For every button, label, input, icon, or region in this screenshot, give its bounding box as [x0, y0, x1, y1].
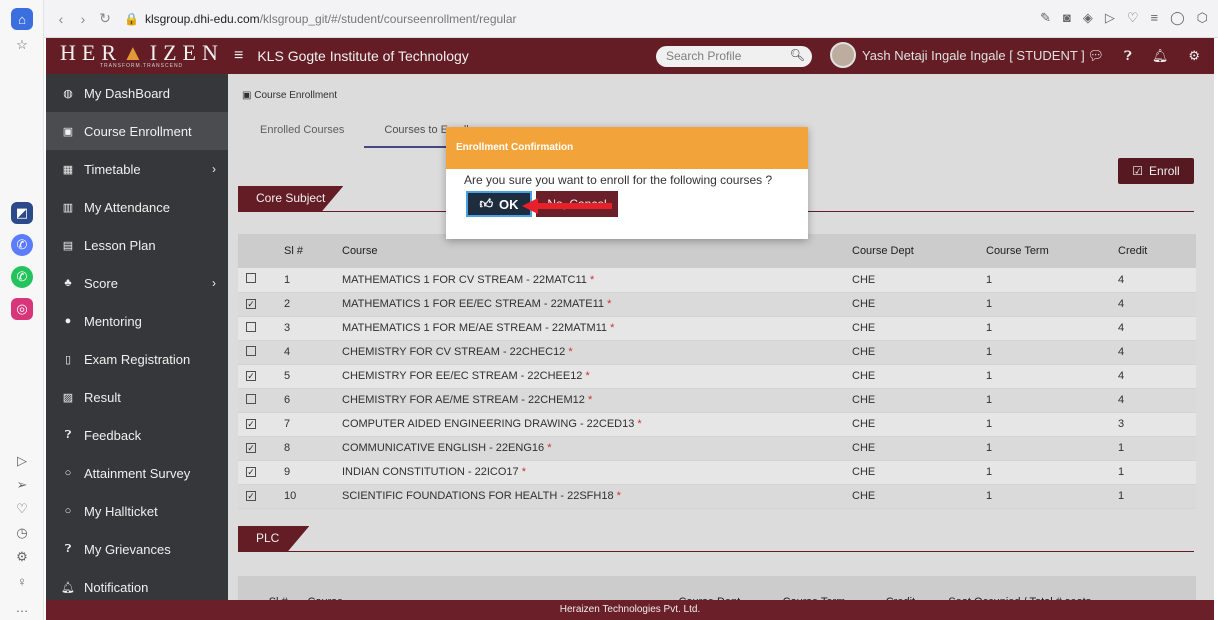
lightbulb-icon[interactable]: ♀	[11, 570, 33, 592]
play-toolbar-icon[interactable]: ▷	[1105, 10, 1115, 26]
modal-message: Are you sure you want to enroll for the …	[464, 173, 773, 187]
url-host: klsgroup.dhi-edu.com	[144, 11, 260, 26]
enrollment-confirmation-modal: Enrollment Confirmation Are you sure you…	[446, 127, 808, 239]
edit-icon[interactable]: ✎	[1040, 10, 1051, 26]
send-icon[interactable]: ➢	[11, 474, 33, 496]
url-path: /klsgroup_git/#/student/courseenrollment…	[259, 11, 517, 26]
back-icon[interactable]: ‹	[50, 11, 72, 27]
annotation-arrow-icon	[522, 198, 612, 214]
play-icon[interactable]: ▷	[11, 450, 33, 472]
instagram-icon[interactable]: ◎	[11, 298, 33, 320]
modal-overlay	[46, 38, 1214, 600]
thumbs-up-icon: 👍︎	[479, 196, 494, 211]
profile-icon[interactable]: ◯	[1170, 10, 1185, 26]
extensions-icon[interactable]: ⬡	[1197, 10, 1208, 26]
browser-sidebar: ⌂ ☆ ◩ ✆ ✆ ◎ ▷ ➢ ♡ ◷ ⚙ ♀ …	[0, 0, 44, 620]
camera-icon[interactable]: ◙	[1063, 10, 1071, 26]
lock-icon: 🔒	[124, 11, 139, 26]
reload-icon[interactable]: ↻	[94, 10, 116, 27]
clock-icon[interactable]: ◷	[11, 522, 33, 544]
address-bar[interactable]: 🔒 klsgroup.dhi-edu.com/klsgroup_git/#/st…	[124, 12, 517, 26]
star-icon[interactable]: ☆	[11, 34, 33, 56]
app-icon[interactable]: ◩	[11, 202, 33, 224]
menu-toolbar-icon[interactable]: ≡	[1150, 10, 1158, 26]
more-icon[interactable]: …	[11, 596, 33, 618]
gear-icon[interactable]: ⚙	[11, 546, 33, 568]
shield-icon[interactable]: ◈	[1083, 10, 1093, 26]
heart-toolbar-icon[interactable]: ♡	[1127, 10, 1139, 26]
forward-icon[interactable]: ›	[72, 11, 94, 27]
modal-title: Enrollment Confirmation	[446, 127, 808, 169]
heart-icon[interactable]: ♡	[11, 498, 33, 520]
footer: Heraizen Technologies Pvt. Ltd.	[46, 600, 1214, 620]
messenger-icon[interactable]: ✆	[11, 234, 33, 256]
home-icon[interactable]: ⌂	[11, 8, 33, 30]
browser-toolbar: ‹ › ↻ 🔒 klsgroup.dhi-edu.com/klsgroup_gi…	[44, 0, 1218, 38]
whatsapp-icon[interactable]: ✆	[11, 266, 33, 288]
